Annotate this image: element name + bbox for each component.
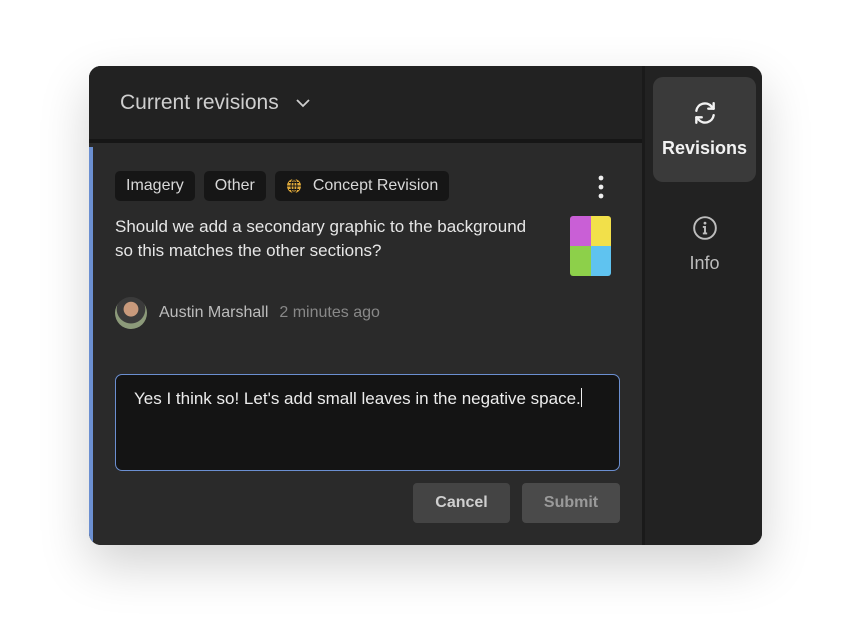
tag-label: Other xyxy=(214,177,255,194)
sidebar-item-label: Revisions xyxy=(661,138,748,158)
attachment-thumbnail[interactable] xyxy=(570,216,611,276)
avatar xyxy=(115,297,147,329)
more-options-icon[interactable] xyxy=(595,174,607,200)
cancel-button[interactable]: Cancel xyxy=(413,483,510,523)
submit-button[interactable]: Submit xyxy=(522,483,620,523)
tag-other[interactable]: Other xyxy=(203,171,266,201)
sidebar-item-revisions[interactable]: Revisions xyxy=(653,77,756,182)
sidebar-item-info[interactable]: Info xyxy=(653,192,756,297)
reply-text: Yes I think so! Let's add small leaves i… xyxy=(134,389,581,408)
page-title: Current revisions xyxy=(120,90,279,114)
author-name: Austin Marshall xyxy=(159,304,269,321)
tag-list: Imagery Other Concept Revision xyxy=(115,171,450,201)
revisions-panel: Current revisions Imagery Other Concept … xyxy=(89,66,762,545)
revision-main: Current revisions Imagery Other Concept … xyxy=(89,66,642,545)
active-indicator xyxy=(89,147,93,545)
info-icon xyxy=(692,216,717,240)
tag-concept-revision[interactable]: Concept Revision xyxy=(274,171,450,201)
text-cursor xyxy=(580,388,582,407)
globe-icon xyxy=(286,178,301,194)
sidebar: Revisions Info xyxy=(645,66,762,545)
author-row: Austin Marshall 2 minutes ago xyxy=(115,297,380,329)
timestamp: 2 minutes ago xyxy=(279,304,380,321)
refresh-icon xyxy=(694,102,715,124)
chevron-down-icon xyxy=(296,98,310,107)
tag-imagery[interactable]: Imagery xyxy=(115,171,195,201)
sidebar-item-label: Info xyxy=(689,253,720,273)
reply-input[interactable]: Yes I think so! Let's add small leaves i… xyxy=(115,374,620,471)
revision-question: Should we add a secondary graphic to the… xyxy=(115,217,527,260)
tag-label: Concept Revision xyxy=(312,177,439,194)
tag-label: Imagery xyxy=(126,177,184,194)
revisions-dropdown[interactable]: Current revisions xyxy=(89,66,642,143)
